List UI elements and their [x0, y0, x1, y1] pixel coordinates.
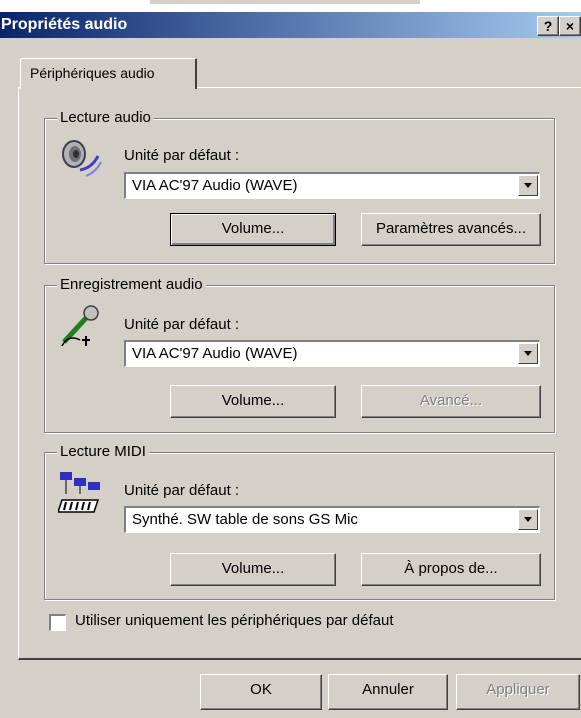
- window-title: Propriétés audio: [1, 16, 128, 33]
- close-button[interactable]: ×: [559, 16, 581, 36]
- chevron-down-icon[interactable]: [518, 343, 538, 364]
- chevron-down-icon[interactable]: [518, 509, 538, 530]
- midi-device-value: Synthé. SW table de sons GS Mic: [132, 511, 358, 528]
- tab-audio-devices[interactable]: Périphériques audio: [20, 58, 197, 89]
- playback-default-label: Unité par défaut :: [124, 147, 240, 164]
- playback-volume-button[interactable]: Volume...: [170, 213, 336, 246]
- recording-advanced-button[interactable]: Avancé...: [361, 385, 541, 418]
- recording-default-label: Unité par défaut :: [124, 316, 240, 333]
- use-default-only-label[interactable]: Utiliser uniquement les périphériques pa…: [75, 612, 394, 629]
- background-window-edge: [150, 0, 420, 4]
- recording-device-value: VIA AC'97 Audio (WAVE): [132, 345, 298, 362]
- recording-device-select[interactable]: VIA AC'97 Audio (WAVE): [124, 340, 540, 367]
- playback-device-value: VIA AC'97 Audio (WAVE): [132, 177, 298, 194]
- recording-legend: Enregistrement audio: [57, 276, 206, 293]
- use-default-only-checkbox[interactable]: [49, 614, 66, 631]
- playback-legend: Lecture audio: [57, 109, 154, 126]
- recording-volume-button[interactable]: Volume...: [170, 385, 336, 418]
- midi-default-label: Unité par défaut :: [124, 482, 240, 499]
- midi-volume-button[interactable]: Volume...: [170, 553, 336, 586]
- cancel-button[interactable]: Annuler: [328, 674, 448, 710]
- microphone-icon: [61, 305, 99, 347]
- audio-properties-window: Propriétés audio ? × Périphériques audio…: [0, 0, 581, 718]
- ok-button[interactable]: OK: [200, 674, 322, 710]
- midi-device-select[interactable]: Synthé. SW table de sons GS Mic: [124, 506, 540, 533]
- playback-advanced-button[interactable]: Paramètres avancés...: [361, 213, 541, 246]
- playback-device-select[interactable]: VIA AC'97 Audio (WAVE): [124, 172, 540, 199]
- speaker-icon: [62, 140, 102, 177]
- tab-label: Périphériques audio: [30, 65, 155, 81]
- chevron-down-icon[interactable]: [518, 175, 538, 196]
- midi-legend: Lecture MIDI: [57, 443, 149, 460]
- background-strip: [0, 0, 581, 12]
- midi-about-button[interactable]: À propos de...: [361, 553, 541, 586]
- apply-button[interactable]: Appliquer: [456, 674, 580, 710]
- title-bar[interactable]: Propriétés audio ? ×: [0, 12, 581, 38]
- help-button[interactable]: ?: [537, 16, 559, 36]
- midi-keyboard-icon: [58, 472, 100, 513]
